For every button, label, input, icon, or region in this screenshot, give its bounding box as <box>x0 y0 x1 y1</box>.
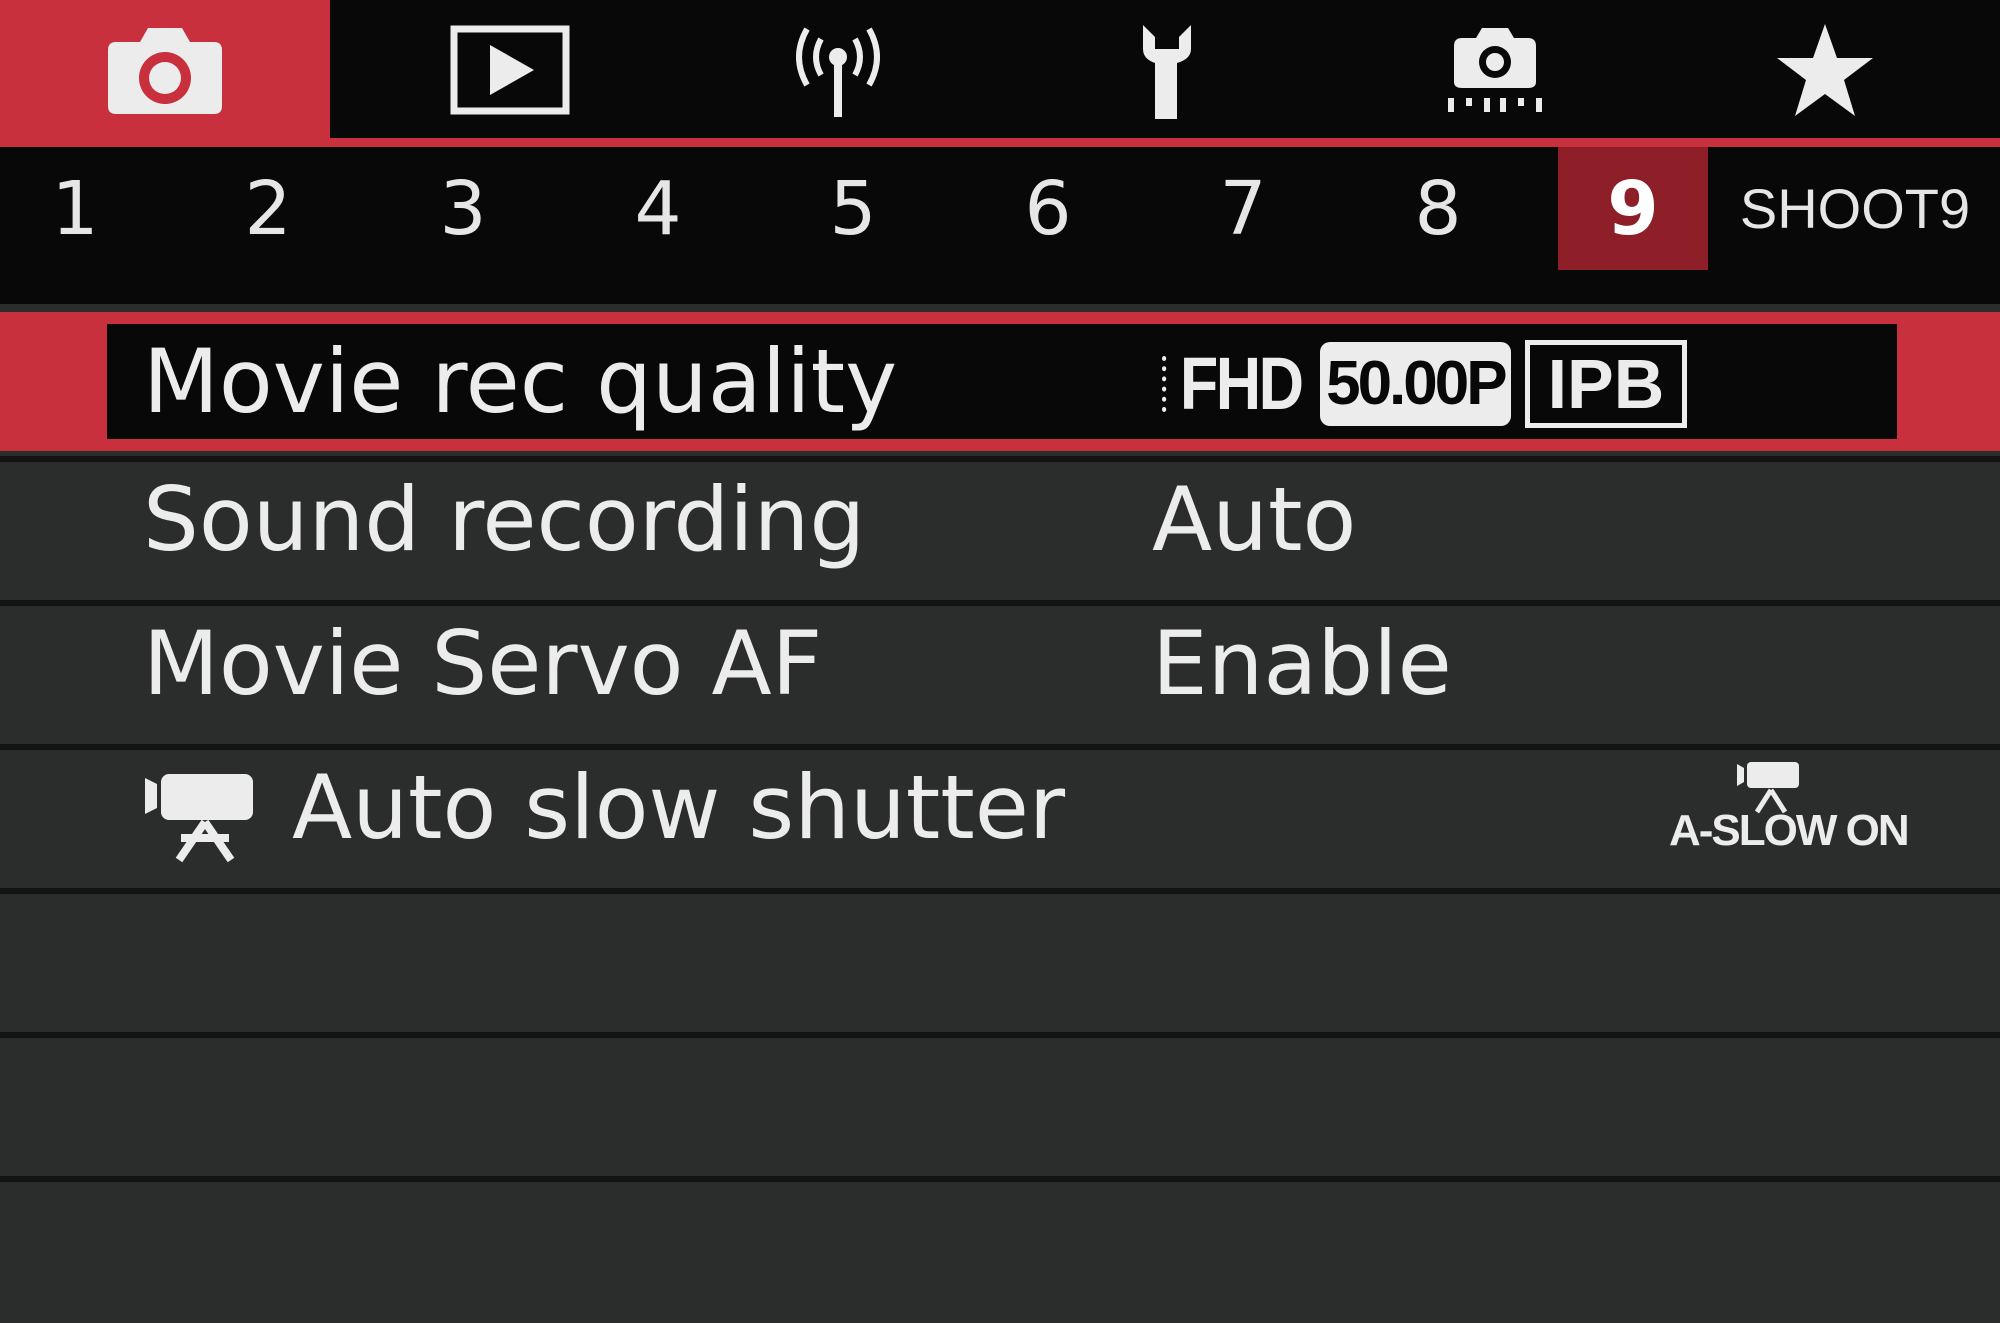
compression-badge: IPB <box>1524 339 1688 428</box>
frame-rate-badge: 50.00P <box>1320 341 1511 426</box>
star-icon <box>1777 24 1873 116</box>
empty-menu-row <box>0 1182 2000 1323</box>
tab-custom-functions[interactable] <box>1330 0 1660 140</box>
sub-tab-bar: 1 2 3 4 5 6 7 8 9 SHOOT9 <box>0 147 2000 304</box>
page-title: SHOOT9 <box>1739 177 1971 240</box>
menu-item-movie-rec-quality[interactable]: Movie rec quality FHD 50.00P IPB <box>0 312 2000 451</box>
menu-item-label: Auto slow shutter <box>292 756 1066 859</box>
menu-item-label: Movie Servo AF <box>143 612 823 715</box>
sub-tab-1[interactable]: 1 <box>0 147 150 270</box>
menu-item-label: Sound recording <box>143 468 866 571</box>
tab-wireless[interactable] <box>673 0 1003 140</box>
main-tab-bar <box>0 0 2000 140</box>
auto-slow-status: A-SLOW ON <box>1669 806 1910 855</box>
wrench-icon <box>1143 25 1191 119</box>
tab-playback[interactable] <box>345 0 675 140</box>
movie-camera-icon <box>145 774 253 863</box>
menu-item-label: Movie rec quality <box>143 330 898 433</box>
fhd-size-icon: FHD <box>1162 341 1304 426</box>
auto-slow-value: A-SLOW ON <box>1669 760 1910 860</box>
menu-item-value: Enable <box>1152 612 1452 715</box>
tab-my-menu[interactable] <box>1660 0 1990 140</box>
menu-item-sound-recording[interactable]: Sound recording Auto <box>0 462 2000 601</box>
sub-tab-9[interactable]: 9 <box>1558 147 1708 270</box>
wireless-icon <box>796 27 880 117</box>
tab-setup[interactable] <box>1001 0 1331 140</box>
empty-menu-row <box>0 1038 2000 1177</box>
sub-tab-7[interactable]: 7 <box>1168 147 1318 270</box>
selection-highlight: Movie rec quality FHD 50.00P IPB <box>107 324 1897 439</box>
sub-tab-5[interactable]: 5 <box>778 147 928 270</box>
tab-shooting[interactable] <box>0 0 330 140</box>
tab-bar-divider <box>0 138 2000 147</box>
sub-tab-4[interactable]: 4 <box>583 147 733 270</box>
playback-icon <box>450 25 570 115</box>
menu-item-auto-slow-shutter[interactable]: Auto slow shutter A-SLOW ON <box>0 750 2000 889</box>
movie-quality-value: FHD 50.00P IPB <box>1162 336 1688 431</box>
sub-tab-8[interactable]: 8 <box>1363 147 1513 270</box>
sub-tab-3[interactable]: 3 <box>388 147 538 270</box>
menu-item-movie-servo-af[interactable]: Movie Servo AF Enable <box>0 606 2000 745</box>
camera-icon <box>108 28 222 114</box>
empty-menu-row <box>0 894 2000 1033</box>
sub-tab-2[interactable]: 2 <box>193 147 343 270</box>
menu-item-value: Auto <box>1152 468 1357 571</box>
sub-tab-6[interactable]: 6 <box>973 147 1123 270</box>
custom-camera-icon <box>1448 28 1542 112</box>
